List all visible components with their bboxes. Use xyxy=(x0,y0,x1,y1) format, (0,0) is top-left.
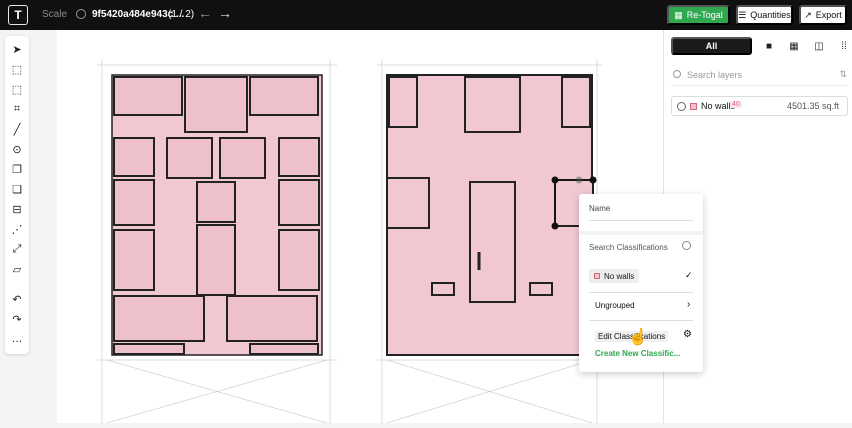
layer-count-badge: 40 xyxy=(730,101,742,108)
classification-option-no-walls[interactable]: No walls xyxy=(589,269,639,283)
ungrouped-item[interactable]: Ungrouped xyxy=(595,301,635,310)
top-bar: T Scale 9f5420a484e943c ... (1 / 2) ← → … xyxy=(0,0,852,30)
search-icon xyxy=(673,70,681,78)
drawing-canvas[interactable] xyxy=(57,30,663,424)
page-indicator: (1 / 2) xyxy=(168,9,195,20)
layer-color-swatch xyxy=(690,103,697,110)
ruler-icon[interactable]: ▱ xyxy=(10,262,24,276)
hand-cursor-icon: ☝ xyxy=(628,329,648,346)
sort-icon[interactable]: ⇅ xyxy=(839,69,847,80)
export-icon: ↗ xyxy=(804,9,812,20)
search-layers-input[interactable]: Search layers ⇅ xyxy=(671,64,849,86)
divider xyxy=(589,220,693,221)
create-new-classification-button[interactable]: Create New Classific... xyxy=(595,349,680,358)
polygon-icon[interactable]: ⬚ xyxy=(10,82,24,96)
count-filter-icon[interactable]: ⁞⁞ xyxy=(837,39,851,53)
search-icon xyxy=(682,241,691,250)
path-icon[interactable]: ⤢ xyxy=(10,242,24,256)
layer-area: 4501.35 sq.ft xyxy=(786,101,839,111)
right-floor-plan xyxy=(386,74,594,356)
circle-icon[interactable]: ⊙ xyxy=(10,142,24,156)
grid-filter-icon[interactable]: ▦ xyxy=(787,39,801,53)
search-layers-placeholder: Search layers xyxy=(687,69,743,80)
redo-icon[interactable]: ↷ xyxy=(10,312,24,326)
search-classifications-input[interactable]: Search Classifications xyxy=(589,243,668,252)
next-page-icon[interactable]: → xyxy=(218,5,232,21)
merge-icon[interactable]: ❏ xyxy=(10,182,24,196)
layer-item-no-walls[interactable]: No walls 40 4501.35 sq.ft xyxy=(671,96,848,116)
crop-icon[interactable]: ⌗ xyxy=(10,102,24,116)
quantities-label: Quantities xyxy=(750,10,791,20)
segment-filter-icon[interactable]: ◫ xyxy=(812,39,826,53)
divider xyxy=(589,320,693,321)
tab-all[interactable]: All xyxy=(671,37,752,55)
line-icon[interactable]: ╱ xyxy=(10,122,24,136)
previous-page-icon[interactable]: ← xyxy=(198,5,212,21)
app-logo[interactable]: T xyxy=(8,5,28,25)
rectangle-icon[interactable]: ⬚ xyxy=(10,62,24,76)
classification-color-swatch xyxy=(594,273,600,279)
retogal-label: Re-Togal xyxy=(686,10,723,20)
quantities-button[interactable]: ☰ Quantities xyxy=(736,5,793,25)
retogal-button[interactable]: ▦ Re-Togal xyxy=(667,5,730,25)
segment-icon[interactable]: ⊟ xyxy=(10,202,24,216)
divider xyxy=(589,292,693,293)
export-button[interactable]: ↗ Export xyxy=(799,5,847,25)
export-label: Export xyxy=(815,10,842,20)
divider xyxy=(579,231,703,235)
layer-check-icon[interactable] xyxy=(677,102,686,111)
left-floor-plan xyxy=(111,74,323,356)
floor-plan-drawing xyxy=(97,60,602,424)
name-field[interactable]: Name xyxy=(589,204,610,213)
area-filter-icon[interactable]: ■ xyxy=(762,39,776,53)
select-arrow-icon[interactable]: ➤ xyxy=(10,42,24,56)
file-status-icon xyxy=(76,9,86,19)
check-icon: ✓ xyxy=(685,270,693,280)
chevron-right-icon[interactable]: › xyxy=(687,299,690,310)
retogal-icon: ▦ xyxy=(674,9,683,20)
more-icon[interactable]: … xyxy=(10,332,24,346)
drawing-toolbar: ➤ ⬚ ⬚ ⌗ ╱ ⊙ ❐ ❏ ⊟ ⋰ ⤢ ▱ ↶ ↷ … xyxy=(5,36,29,354)
polyline-icon[interactable]: ⋰ xyxy=(10,222,24,236)
copy-icon[interactable]: ❐ xyxy=(10,162,24,176)
edit-settings-icon[interactable]: ⚙ xyxy=(683,329,692,340)
list-icon: ☰ xyxy=(738,9,747,20)
classification-label: No walls xyxy=(604,271,635,281)
undo-icon[interactable]: ↶ xyxy=(10,292,24,306)
scale-button[interactable]: Scale xyxy=(42,9,67,20)
